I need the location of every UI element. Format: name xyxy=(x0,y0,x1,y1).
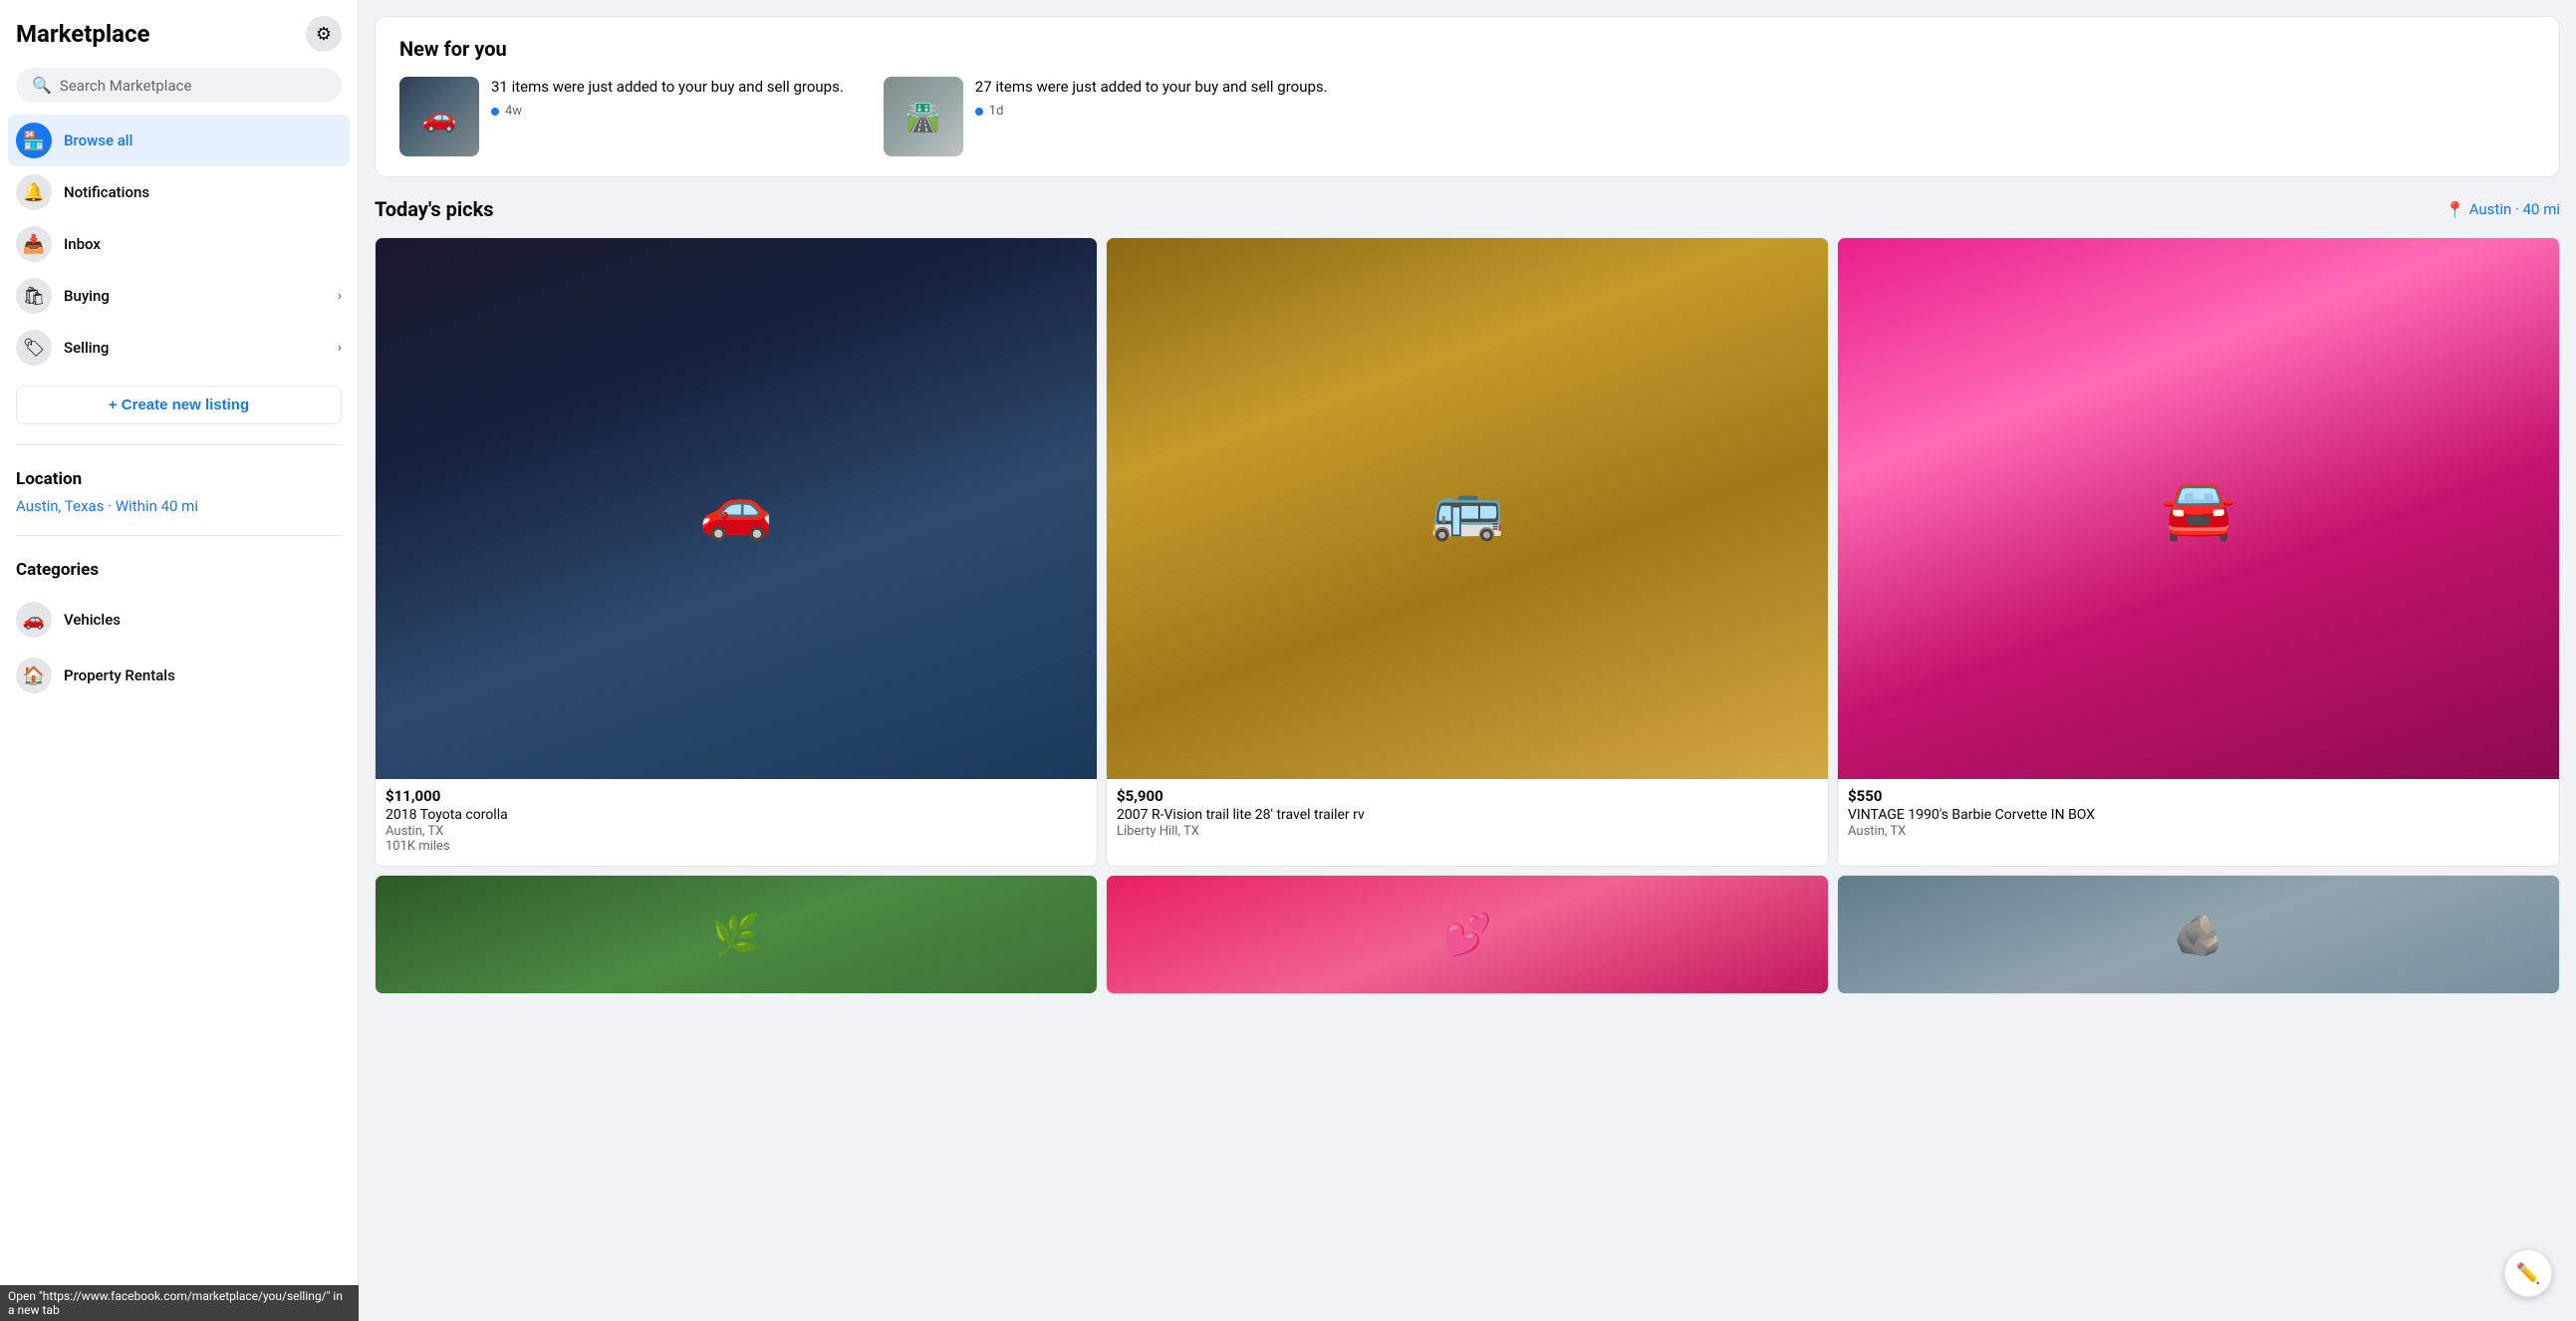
sidebar: Marketplace ⚙ 🔍 Search Marketplace 🏪 Bro… xyxy=(0,0,359,1321)
sidebar-item-selling[interactable]: 🏷 Selling › xyxy=(8,322,350,374)
nav-label-inbox: Inbox xyxy=(64,235,101,253)
nav-label-browse: Browse all xyxy=(64,132,132,149)
listing-card-bottom-1[interactable]: 💕 xyxy=(1106,875,1829,994)
nav-icon-selling: 🏷 xyxy=(16,330,52,366)
listing-card-0[interactable]: 🚗 $11,000 2018 Toyota corolla Austin, TX… xyxy=(375,237,1098,867)
edit-fab[interactable]: ✏️ xyxy=(2504,1249,2552,1297)
sidebar-item-buying[interactable]: 🛍 Buying › xyxy=(8,270,350,322)
listing-title-0: 2018 Toyota corolla xyxy=(386,807,1087,823)
search-box[interactable]: 🔍 Search Marketplace xyxy=(16,68,342,103)
listing-title-2: VINTAGE 1990's Barbie Corvette IN BOX xyxy=(1848,807,2549,823)
nav-icon-notifications: 🔔 xyxy=(16,174,52,210)
nav-label-selling: Selling xyxy=(64,339,109,357)
notif-time-label-0: 4w xyxy=(505,104,522,119)
category-item-vehicles[interactable]: 🚗 Vehicles xyxy=(8,592,350,648)
notif-time-label-1: 1d xyxy=(989,104,1004,119)
listing-info-2: $550 VINTAGE 1990's Barbie Corvette IN B… xyxy=(1838,779,2559,851)
status-bar: Open "https://www.facebook.com/marketpla… xyxy=(0,1285,359,1321)
cat-icon-property-rentals: 🏠 xyxy=(16,658,52,693)
listing-price-1: $5,900 xyxy=(1117,787,1818,805)
notif-info-0: 31 items were just added to your buy and… xyxy=(491,77,844,119)
nav-icon-inbox: 📥 xyxy=(16,226,52,262)
new-for-you-title: New for you xyxy=(399,37,2535,61)
nav-icon-buying: 🛍 xyxy=(16,278,52,314)
edit-icon: ✏️ xyxy=(2516,1261,2541,1285)
divider-1 xyxy=(16,444,342,445)
listing-img: 🚌 xyxy=(1107,238,1828,779)
cat-label-property-rentals: Property Rentals xyxy=(64,666,175,684)
notification-items: 🚗 31 items were just added to your buy a… xyxy=(399,77,2535,156)
section-header: Today's picks 📍 Austin · 40 mi xyxy=(375,197,2560,221)
notif-time-0: 4w xyxy=(491,104,844,119)
notification-item-0[interactable]: 🚗 31 items were just added to your buy a… xyxy=(399,77,844,156)
sidebar-header: Marketplace ⚙ xyxy=(8,16,350,64)
listings-grid-bottom: 🌿💕🪨 xyxy=(375,875,2560,994)
nav-icon-browse: 🏪 xyxy=(16,123,52,158)
pin-icon: 📍 xyxy=(2446,200,2465,219)
dot-blue-1 xyxy=(975,108,983,116)
chevron-icon-buying: › xyxy=(338,288,342,304)
notif-thumb-0: 🚗 xyxy=(399,77,479,156)
nav-label-buying: Buying xyxy=(64,287,110,305)
listing-bottom-img-0: 🌿 xyxy=(376,876,1097,993)
listing-price-0: $11,000 xyxy=(386,787,1087,805)
listing-img: 🚘 xyxy=(1838,238,2559,779)
create-listing-button[interactable]: + Create new listing xyxy=(16,386,342,424)
listings-grid: 🚗 $11,000 2018 Toyota corolla Austin, TX… xyxy=(375,237,2560,867)
categories-section: Categories xyxy=(8,548,350,588)
listing-extra-0: 101K miles xyxy=(386,839,1087,854)
listing-bottom-img-2: 🪨 xyxy=(1838,876,2559,993)
listing-info-0: $11,000 2018 Toyota corolla Austin, TX 1… xyxy=(376,779,1097,866)
main-content: New for you 🚗 31 items were just added t… xyxy=(359,0,2576,1321)
nav-label-notifications: Notifications xyxy=(64,183,149,201)
new-for-you-card: New for you 🚗 31 items were just added t… xyxy=(375,16,2560,177)
cat-icon-vehicles: 🚗 xyxy=(16,602,52,638)
notif-text-0: 31 items were just added to your buy and… xyxy=(491,77,844,98)
todays-picks-section: Today's picks 📍 Austin · 40 mi 🚗 $11,000… xyxy=(375,197,2560,994)
notif-text-1: 27 items were just added to your buy and… xyxy=(975,77,1328,98)
dot-blue-0 xyxy=(491,108,499,116)
divider-2 xyxy=(16,535,342,536)
todays-picks-title: Today's picks xyxy=(375,197,494,221)
listing-location-0: Austin, TX xyxy=(386,824,1087,839)
category-item-property-rentals[interactable]: 🏠 Property Rentals xyxy=(8,648,350,703)
sidebar-item-inbox[interactable]: 📥 Inbox xyxy=(8,218,350,270)
gear-icon: ⚙ xyxy=(316,24,332,45)
categories-title: Categories xyxy=(16,560,342,580)
listing-card-2[interactable]: 🚘 $550 VINTAGE 1990's Barbie Corvette IN… xyxy=(1837,237,2560,867)
cat-label-vehicles: Vehicles xyxy=(64,611,121,629)
sidebar-item-browse[interactable]: 🏪 Browse all xyxy=(8,115,350,166)
listing-img: 🚗 xyxy=(376,238,1097,779)
listing-location-1: Liberty Hill, TX xyxy=(1117,824,1818,839)
listing-card-bottom-0[interactable]: 🌿 xyxy=(375,875,1098,994)
listing-location-2: Austin, TX xyxy=(1848,824,2549,839)
notification-item-1[interactable]: 🛣️ 27 items were just added to your buy … xyxy=(884,77,1328,156)
sidebar-item-notifications[interactable]: 🔔 Notifications xyxy=(8,166,350,218)
listing-card-bottom-2[interactable]: 🪨 xyxy=(1837,875,2560,994)
notif-time-1: 1d xyxy=(975,104,1328,119)
listing-title-1: 2007 R-Vision trail lite 28' travel trai… xyxy=(1117,807,1818,823)
categories-list: 🚗 Vehicles 🏠 Property Rentals xyxy=(8,592,350,703)
location-badge-text: Austin · 40 mi xyxy=(2469,200,2560,218)
location-link[interactable]: Austin, Texas · Within 40 mi xyxy=(16,493,342,519)
location-badge[interactable]: 📍 Austin · 40 mi xyxy=(2446,200,2560,219)
search-input-placeholder: Search Marketplace xyxy=(60,77,192,95)
listing-price-2: $550 xyxy=(1848,787,2549,805)
sidebar-title: Marketplace xyxy=(16,20,149,48)
chevron-icon-selling: › xyxy=(338,340,342,356)
location-section: Location Austin, Texas · Within 40 mi xyxy=(8,457,350,523)
location-section-title: Location xyxy=(16,469,342,489)
listing-bottom-img-1: 💕 xyxy=(1107,876,1828,993)
listing-info-1: $5,900 2007 R-Vision trail lite 28' trav… xyxy=(1107,779,1828,851)
nav-items: 🏪 Browse all 🔔 Notifications 📥 Inbox 🛍 B… xyxy=(8,115,350,374)
notif-info-1: 27 items were just added to your buy and… xyxy=(975,77,1328,119)
search-icon: 🔍 xyxy=(32,76,52,95)
notif-thumb-1: 🛣️ xyxy=(884,77,963,156)
gear-button[interactable]: ⚙ xyxy=(306,16,342,52)
listing-card-1[interactable]: 🚌 $5,900 2007 R-Vision trail lite 28' tr… xyxy=(1106,237,1829,867)
